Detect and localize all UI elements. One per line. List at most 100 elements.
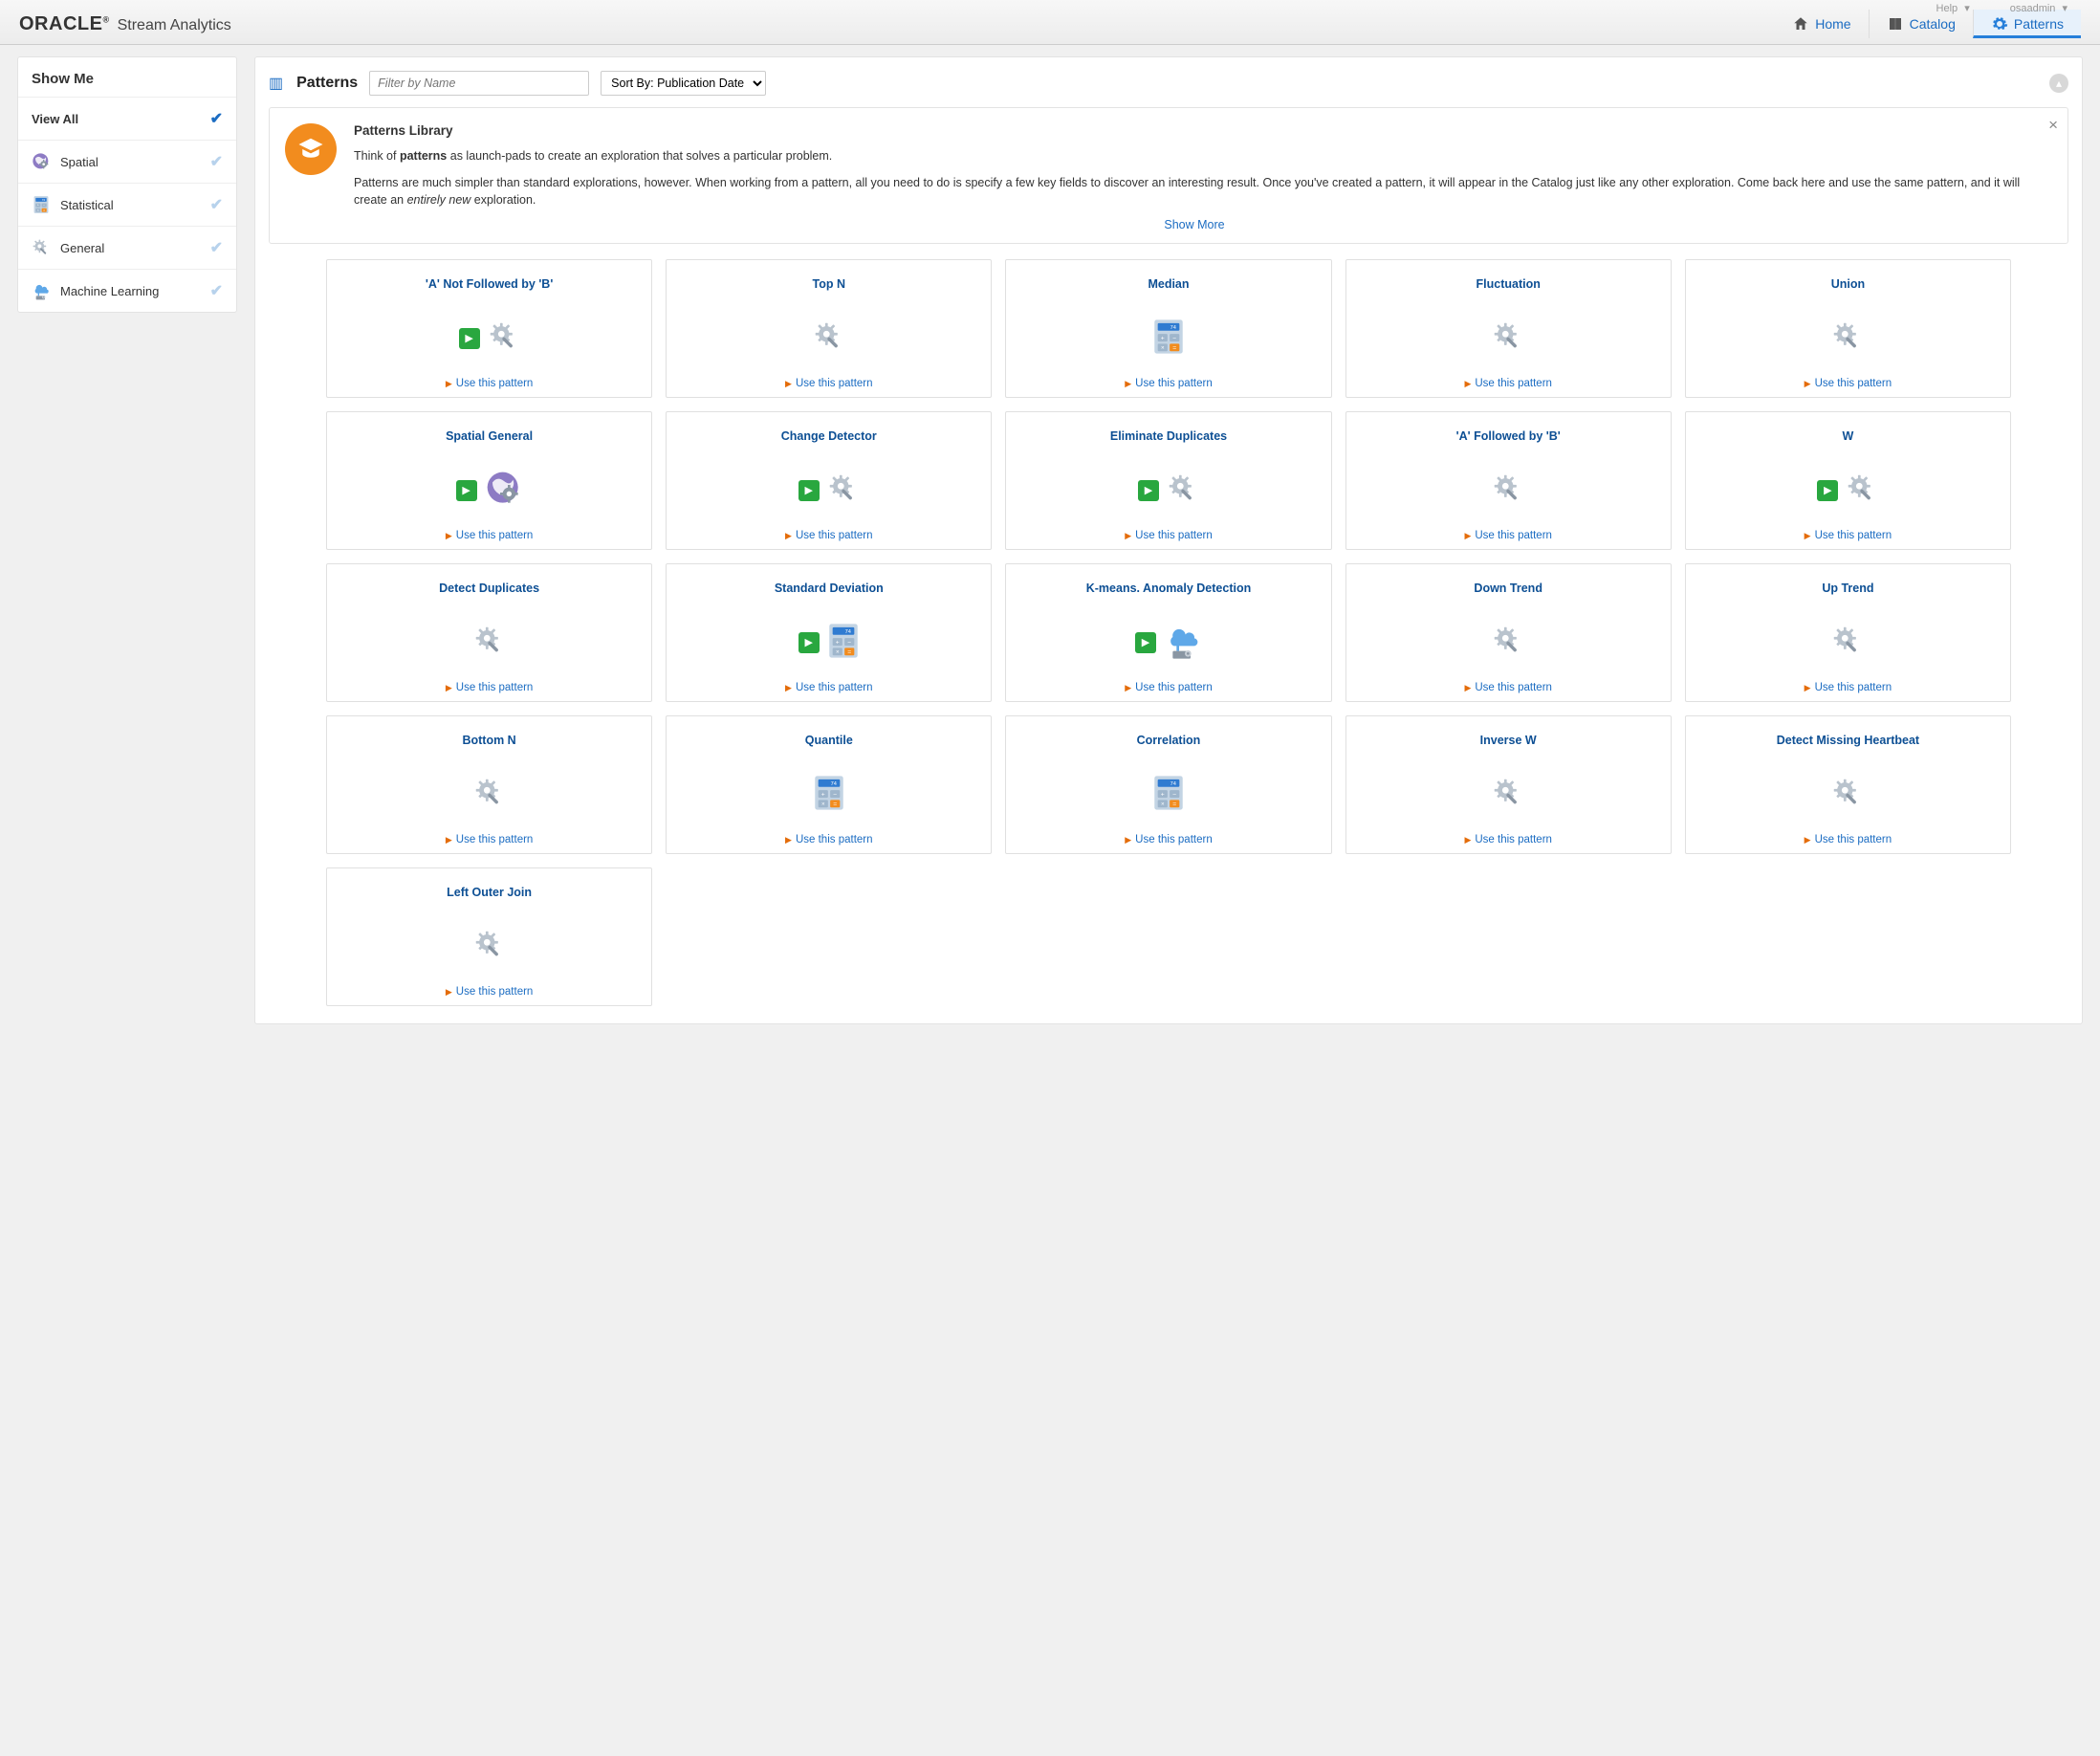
card-title: 'A' Followed by 'B' xyxy=(1456,422,1561,450)
gear-icon xyxy=(1492,625,1524,660)
use-pattern-link[interactable]: ▶Use this pattern xyxy=(1464,682,1551,693)
pattern-card[interactable]: Detect Missing Heartbeat ▶Use this patter… xyxy=(1685,715,2011,854)
card-title: Spatial General xyxy=(446,422,533,450)
sidebar-item-label: Spatial xyxy=(60,155,98,169)
play-icon[interactable]: ▶ xyxy=(459,328,480,349)
gear-icon xyxy=(1492,472,1524,508)
pattern-card[interactable]: Union ▶Use this pattern xyxy=(1685,259,2011,398)
use-pattern-link[interactable]: ▶Use this pattern xyxy=(1125,530,1212,541)
card-title: 'A' Not Followed by 'B' xyxy=(426,270,553,298)
use-pattern-link[interactable]: ▶Use this pattern xyxy=(1125,378,1212,389)
use-pattern-link[interactable]: ▶Use this pattern xyxy=(1805,378,1892,389)
card-title: Eliminate Duplicates xyxy=(1110,422,1227,450)
play-icon[interactable]: ▶ xyxy=(798,632,820,653)
pattern-card[interactable]: K-means. Anomaly Detection▶▶Use this pat… xyxy=(1005,563,1331,702)
pattern-card[interactable]: 'A' Not Followed by 'B' ▶ ▶Use this patter… xyxy=(326,259,652,398)
close-icon[interactable]: × xyxy=(2048,116,2058,135)
banner-line1: Think of patterns as launch-pads to crea… xyxy=(354,147,2035,165)
card-title: W xyxy=(1842,422,1853,450)
card-title: Left Outer Join xyxy=(447,878,532,907)
play-icon[interactable]: ▶ xyxy=(798,480,820,501)
pattern-card[interactable]: Detect Duplicates▶Use this pattern xyxy=(326,563,652,702)
check-icon: ✔ xyxy=(210,238,223,257)
pattern-card[interactable]: Inverse W▶Use this pattern xyxy=(1345,715,1672,854)
card-title: Union xyxy=(1831,270,1865,298)
card-title: Change Detector xyxy=(781,422,877,450)
card-icons xyxy=(813,298,845,378)
sidebar-item-spatial[interactable]: Spatial ✔ xyxy=(18,141,236,184)
card-icons xyxy=(1492,603,1524,682)
sidebar-item-view-all[interactable]: View All ✔ xyxy=(18,98,236,141)
sidebar-title: Show Me xyxy=(18,57,236,98)
brand-main: ORACLE xyxy=(19,13,102,34)
triangle-icon: ▶ xyxy=(446,683,452,693)
brand-reg: ® xyxy=(102,14,109,24)
use-pattern-link[interactable]: ▶Use this pattern xyxy=(785,834,872,845)
triangle-icon: ▶ xyxy=(785,683,792,693)
pattern-card[interactable]: Down Trend▶Use this pattern xyxy=(1345,563,1672,702)
gear-icon xyxy=(1831,320,1864,356)
pattern-card[interactable]: Quantile▶Use this pattern xyxy=(666,715,992,854)
triangle-icon: ▶ xyxy=(1805,379,1811,389)
use-pattern-link[interactable]: ▶Use this pattern xyxy=(1805,834,1892,845)
pattern-card[interactable]: Left Outer Join ▶Use this pattern xyxy=(326,867,652,1006)
pattern-card[interactable]: Change Detector ▶ ▶Use this pattern xyxy=(666,411,992,550)
pattern-card[interactable]: Standard Deviation▶▶Use this pattern xyxy=(666,563,992,702)
sidebar-item-general[interactable]: General ✔ xyxy=(18,227,236,270)
pattern-card[interactable]: Correlation ▶Use this pattern xyxy=(1005,715,1331,854)
use-pattern-link[interactable]: ▶Use this pattern xyxy=(785,682,872,693)
triangle-icon: ▶ xyxy=(1464,379,1471,389)
patterns-library-banner: × Patterns Library Think of patterns as … xyxy=(269,107,2068,244)
use-pattern-link[interactable]: ▶Use this pattern xyxy=(446,378,533,389)
sidebar-item-statistical[interactable]: Statistical ✔ xyxy=(18,184,236,227)
gear-icon xyxy=(1831,625,1864,660)
use-pattern-link[interactable]: ▶Use this pattern xyxy=(446,834,533,845)
pattern-card[interactable]: Median▶Use this pattern xyxy=(1005,259,1331,398)
help-menu[interactable]: Help ▾ xyxy=(1929,0,1974,16)
use-pattern-link[interactable]: ▶Use this pattern xyxy=(446,986,533,998)
nav-home[interactable]: Home xyxy=(1775,10,1868,38)
sidebar-item-machine-learning[interactable]: Machine Learning ✔ xyxy=(18,270,236,312)
pattern-card[interactable]: W ▶ ▶Use this pattern xyxy=(1685,411,2011,550)
use-pattern-link[interactable]: ▶Use this pattern xyxy=(1125,682,1212,693)
use-pattern-link[interactable]: ▶Use this pattern xyxy=(1805,682,1892,693)
use-pattern-link[interactable]: ▶Use this pattern xyxy=(1464,834,1551,845)
card-icons: ▶ xyxy=(1817,450,1878,530)
use-pattern-link[interactable]: ▶Use this pattern xyxy=(446,530,533,541)
sidebar-item-label: Statistical xyxy=(60,198,114,212)
play-icon[interactable]: ▶ xyxy=(1138,480,1159,501)
card-title: Detect Missing Heartbeat xyxy=(1777,726,1919,755)
collapse-icon[interactable]: ▴ xyxy=(2049,74,2068,93)
use-pattern-link[interactable]: ▶Use this pattern xyxy=(446,682,533,693)
triangle-icon: ▶ xyxy=(1125,379,1131,389)
play-icon[interactable]: ▶ xyxy=(1817,480,1838,501)
check-icon: ✔ xyxy=(210,281,223,300)
card-icons xyxy=(1831,298,1864,378)
pattern-card[interactable]: Top N▶Use this pattern xyxy=(666,259,992,398)
use-pattern-link[interactable]: ▶Use this pattern xyxy=(1805,530,1892,541)
play-icon[interactable]: ▶ xyxy=(456,480,477,501)
use-pattern-link[interactable]: ▶Use this pattern xyxy=(1464,378,1551,389)
card-icons: ▶ xyxy=(1138,450,1199,530)
card-title: Correlation xyxy=(1137,726,1201,755)
pattern-card[interactable]: Eliminate Duplicates ▶ ▶Use this pattern xyxy=(1005,411,1331,550)
pattern-card[interactable]: Spatial General ▶ ▶Use this pattern xyxy=(326,411,652,550)
gear-icon xyxy=(1492,320,1524,356)
use-pattern-link[interactable]: ▶Use this pattern xyxy=(785,378,872,389)
use-pattern-link[interactable]: ▶Use this pattern xyxy=(1464,530,1551,541)
pattern-card[interactable]: Up Trend▶Use this pattern xyxy=(1685,563,2011,702)
use-pattern-link[interactable]: ▶Use this pattern xyxy=(1125,834,1212,845)
pattern-card[interactable]: Fluctuation▶Use this pattern xyxy=(1345,259,1672,398)
user-menu[interactable]: osaadmin ▾ xyxy=(2002,0,2071,16)
filter-input[interactable] xyxy=(369,71,589,96)
use-pattern-link[interactable]: ▶Use this pattern xyxy=(785,530,872,541)
pattern-card[interactable]: 'A' Followed by 'B' ▶Use this pattern xyxy=(1345,411,1672,550)
card-icons xyxy=(473,603,506,682)
pattern-card[interactable]: Bottom N▶Use this pattern xyxy=(326,715,652,854)
sort-select[interactable]: Sort By: Publication Date xyxy=(601,71,766,96)
triangle-icon: ▶ xyxy=(1805,683,1811,693)
show-more-link[interactable]: Show More xyxy=(354,218,2035,231)
banner-line2: Patterns are much simpler than standard … xyxy=(354,174,2035,209)
book-icon xyxy=(1887,15,1904,33)
play-icon[interactable]: ▶ xyxy=(1135,632,1156,653)
